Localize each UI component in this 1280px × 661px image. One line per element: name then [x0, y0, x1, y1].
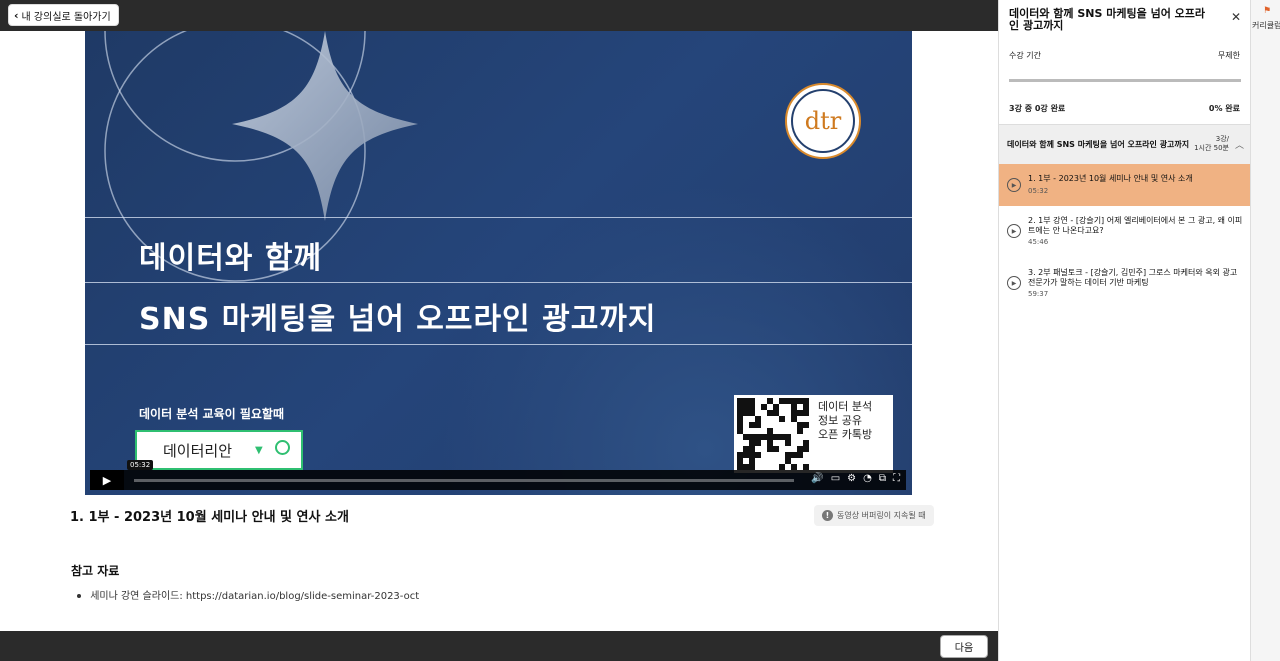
reference-item-label: 세미나 강연 슬라이드: — [90, 591, 186, 602]
seek-bar[interactable] — [134, 479, 794, 482]
reference-item-link[interactable]: https://datarian.io/blog/slide-seminar-2… — [186, 591, 419, 602]
qr-text-line2: 정보 공유 — [818, 414, 862, 427]
period-label: 수강 기간 — [1009, 51, 1041, 60]
lecture-title: 1. 1부 - 2023년 10월 세미나 안내 및 연사 소개 — [70, 510, 349, 525]
section-count: 3강/ — [1215, 135, 1229, 143]
slide-divider — [85, 282, 912, 283]
completed-count: 3강 중 0강 완료 — [1009, 104, 1066, 113]
lesson-item[interactable]: ▶ 2. 1부 강연 - [강슬기] 어제 엘리베이터에서 본 그 광고, 왜 … — [999, 206, 1250, 258]
course-progress-bar — [1009, 79, 1241, 82]
pip-icon[interactable]: ⧉ — [879, 473, 886, 484]
lesson-item[interactable]: ▶ 1. 1부 - 2023년 10월 세미나 안내 및 연사 소개 05:32 — [999, 164, 1250, 206]
warning-icon: ! — [822, 510, 833, 521]
qr-text-line3: 오픈 카톡방 — [818, 428, 873, 441]
slide-divider — [85, 344, 912, 345]
captions-icon[interactable]: ▭ — [831, 473, 840, 484]
bottom-bar: 다음 — [0, 631, 998, 661]
right-rail: ⚑ 커리큘럼 — [1250, 0, 1280, 661]
speed-icon[interactable]: ◔ — [863, 473, 872, 484]
slide-divider — [85, 217, 912, 218]
next-button[interactable]: 다음 — [940, 635, 988, 658]
lesson-duration: 05:32 — [1028, 187, 1049, 195]
play-circle-icon: ▶ — [1007, 224, 1021, 238]
qr-text-line1: 데이터 분석 — [818, 400, 873, 413]
search-icon — [275, 440, 290, 455]
qr-code — [734, 395, 812, 473]
buffering-help-label: 동영상 버퍼링이 지속될 때 — [837, 511, 926, 520]
reference-list: 세미나 강연 슬라이드: https://datarian.io/blog/sl… — [77, 587, 419, 602]
volume-icon[interactable]: 🔊 — [811, 473, 823, 484]
lesson-title: 1. 1부 - 2023년 10월 세미나 안내 및 연사 소개 — [1028, 174, 1193, 183]
back-button-label: 내 강의실로 돌아가기 — [21, 11, 111, 23]
section-header[interactable]: 데이터와 함께 SNS 마케팅을 넘어 오프라인 광고까지 3강/ 1시간 50… — [999, 124, 1250, 164]
close-icon[interactable]: ✕ — [1231, 10, 1241, 24]
play-button[interactable]: ▶ — [90, 470, 124, 490]
top-bar: ‹ 내 강의실로 돌아가기 — [0, 0, 998, 31]
settings-icon[interactable]: ⚙ — [847, 473, 856, 484]
play-circle-icon: ▶ — [1007, 276, 1021, 290]
lesson-item[interactable]: ▶ 3. 2부 패널토크 - [강슬기, 김민주] 그로스 마케터와 옥외 광고… — [999, 258, 1250, 310]
fullscreen-icon[interactable]: ⛶ — [893, 473, 900, 484]
slide-edu-text: 데이터 분석 교육이 필요할때 — [139, 407, 285, 421]
play-circle-icon: ▶ — [1007, 178, 1021, 192]
lesson-title: 3. 2부 패널토크 - [강슬기, 김민주] 그로스 마케터와 옥외 광고 전… — [1028, 268, 1238, 287]
lesson-duration: 59:37 — [1028, 290, 1049, 298]
qr-card-text: 데이터 분석 정보 공유 오픈 카톡방 — [812, 395, 878, 473]
lesson-duration: 45:46 — [1028, 238, 1049, 246]
main-content: 데이터와 함께 SNS 마케팅을 넘어 오프라인 광고까지 dtr 데이터 분석… — [0, 31, 998, 631]
curriculum-label[interactable]: 커리큘럼 — [1252, 20, 1280, 31]
dropdown-arrow-icon: ▼ — [255, 445, 263, 456]
seek-time-tooltip: 05:32 — [127, 460, 154, 470]
video-player[interactable]: 데이터와 함께 SNS 마케팅을 넘어 오프라인 광고까지 dtr 데이터 분석… — [85, 31, 912, 495]
slide-search-text: 데이터리안 — [163, 441, 233, 460]
completed-percent: 0% 완료 — [1208, 104, 1240, 113]
slide-title-line1: 데이터와 함께 — [139, 241, 323, 276]
section-title: 데이터와 함께 SNS 마케팅을 넘어 오프라인 광고까지 — [1007, 140, 1190, 149]
course-title: 데이터와 함께 SNS 마케팅을 넘어 오프라인 광고까지 — [1009, 7, 1205, 32]
back-to-classroom-button[interactable]: ‹ 내 강의실로 돌아가기 — [8, 4, 119, 26]
slide-title-line2: SNS 마케팅을 넘어 오프라인 광고까지 — [139, 302, 657, 337]
datarian-logo: dtr — [785, 83, 861, 159]
bullet-icon — [77, 594, 81, 598]
player-controls: ▶ 🔊 ▭ ⚙ ◔ ⧉ ⛶ — [90, 470, 906, 490]
period-value: 무제한 — [1217, 51, 1240, 60]
slide-search-graphic: 데이터리안 ▼ — [135, 430, 303, 470]
qr-card: 데이터 분석 정보 공유 오픈 카톡방 — [734, 395, 893, 473]
curriculum-icon[interactable]: ⚑ — [1263, 6, 1271, 16]
section-meta: 3강/ 1시간 50분 — [1194, 135, 1229, 153]
chevron-up-icon[interactable]: ︿ — [1235, 138, 1244, 151]
lesson-title: 2. 1부 강연 - [강슬기] 어제 엘리베이터에서 본 그 광고, 왜 이피… — [1028, 216, 1243, 235]
chevron-left-icon: ‹ — [14, 8, 19, 22]
player-control-icons: 🔊 ▭ ⚙ ◔ ⧉ ⛶ — [811, 473, 900, 484]
section-duration: 1시간 50분 — [1194, 144, 1229, 152]
curriculum-sidebar: 데이터와 함께 SNS 마케팅을 넘어 오프라인 광고까지 ✕ 수강 기간 무제… — [998, 0, 1250, 661]
reference-title: 참고 자료 — [71, 564, 120, 578]
buffering-help-button[interactable]: ! 동영상 버퍼링이 지속될 때 — [814, 505, 934, 526]
